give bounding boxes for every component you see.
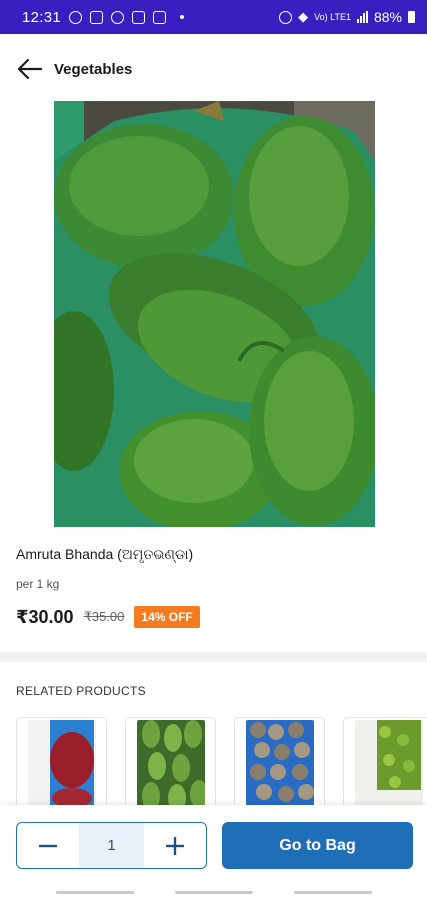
status-time: 12:31 [22, 8, 62, 26]
nav-back-button[interactable] [294, 891, 372, 894]
sync-icon [111, 10, 125, 24]
product-image [54, 101, 375, 527]
system-nav-bar [0, 885, 427, 900]
bottom-action-bar: 1 Go to Bag [0, 805, 427, 885]
related-product-card[interactable] [125, 717, 216, 805]
arrow-left-icon [17, 58, 43, 80]
related-products-heading: RELATED PRODUCTS [16, 684, 146, 698]
increase-quantity-button[interactable] [144, 823, 206, 868]
section-divider [0, 652, 427, 662]
current-price: ₹30.00 [16, 606, 74, 627]
status-right: ◆ Vo) LTE1 88% [279, 9, 415, 25]
quantity-value: 1 [79, 823, 144, 868]
related-products-list [16, 717, 427, 805]
red-beans-image [27, 720, 96, 805]
more-notifications-icon [180, 15, 185, 19]
price-row: ₹30.00 ₹35.00 14% OFF [16, 606, 200, 628]
payment-app-icon [153, 10, 167, 24]
quantity-stepper: 1 [16, 822, 207, 869]
app-notification-icon [90, 10, 104, 24]
minus-icon [39, 844, 57, 847]
wifi-icon: ◆ [298, 9, 309, 24]
round-vegetables-image [245, 720, 314, 805]
battery-label: 88% [373, 9, 402, 25]
product-name: Amruta Bhanda (ଅମୃତଭଣ୍ଡା) [16, 546, 194, 562]
decrease-quantity-button[interactable] [17, 823, 79, 868]
related-product-card[interactable] [16, 717, 107, 805]
battery-icon [408, 11, 415, 23]
green-chillies-image [136, 720, 205, 805]
gallery-icon [132, 10, 146, 24]
green-leaves-image [354, 720, 423, 805]
plus-icon [166, 836, 184, 855]
back-button[interactable] [14, 53, 46, 85]
signal-icon [356, 11, 368, 23]
status-bar: 12:31 ◆ Vo) LTE1 88% [0, 0, 427, 34]
discount-badge: 14% OFF [134, 606, 200, 628]
whatsapp-icon [69, 10, 83, 24]
related-product-card[interactable] [343, 717, 427, 805]
page-title: Vegetables [54, 60, 133, 78]
product-unit: per 1 kg [16, 577, 60, 591]
header: Vegetables [0, 34, 427, 104]
go-to-bag-button[interactable]: Go to Bag [222, 822, 413, 869]
nav-recents-button[interactable] [56, 891, 134, 894]
alarm-icon [279, 10, 293, 24]
nav-home-button[interactable] [175, 891, 253, 894]
network-type-label: Vo) LTE1 [314, 11, 351, 22]
original-price: ₹35.00 [83, 609, 125, 624]
related-product-card[interactable] [234, 717, 325, 805]
status-left: 12:31 [22, 8, 185, 26]
